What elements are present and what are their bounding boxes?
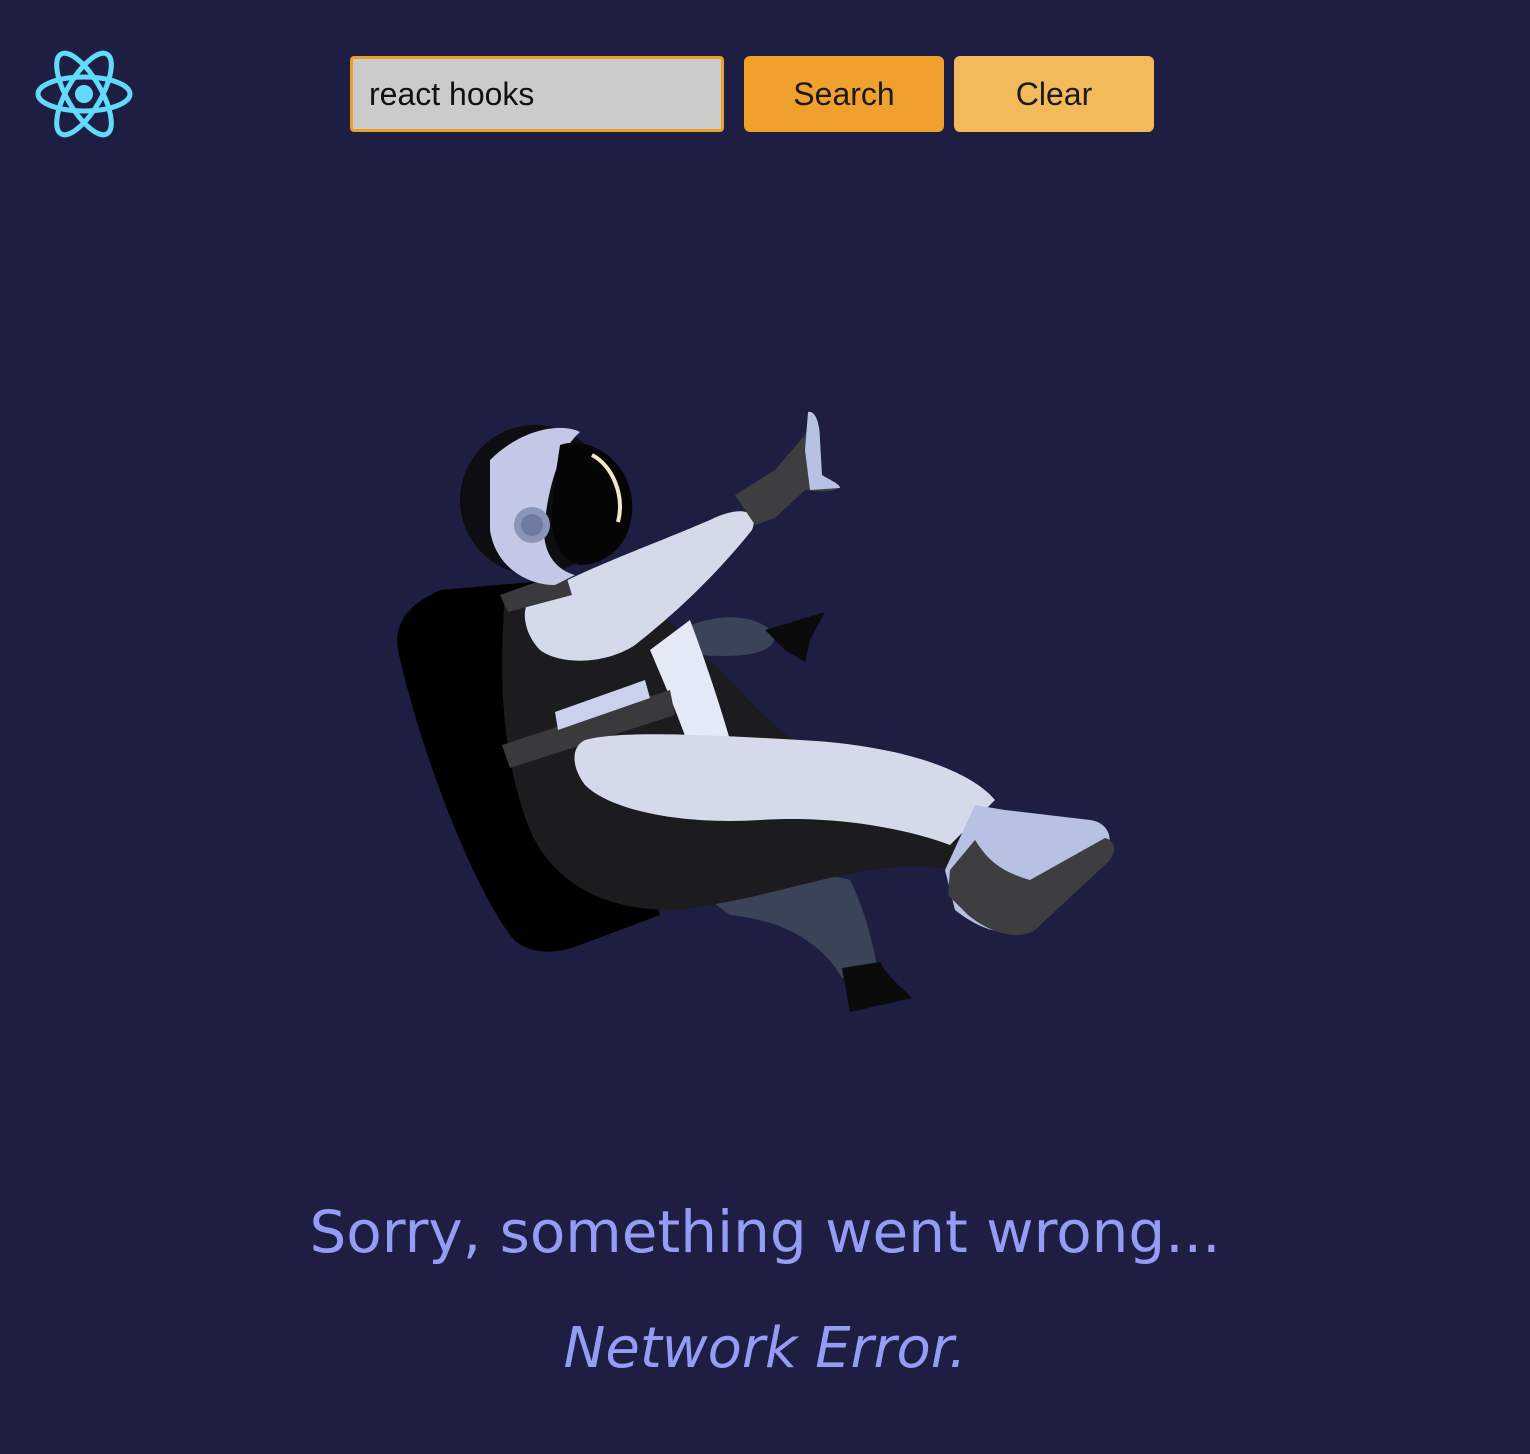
error-detail: Network Error. (563, 1316, 967, 1381)
astronaut-raised-glove (735, 411, 838, 525)
astronaut-far-glove (765, 612, 825, 662)
search-input[interactable] (350, 56, 724, 132)
astronaut-illustration (397, 411, 1115, 1012)
error-message: Sorry, something went wrong... (309, 1198, 1221, 1266)
astronaut-glove-finger (805, 411, 840, 490)
clear-button[interactable]: Clear (954, 56, 1154, 132)
search-button[interactable]: Search (744, 56, 944, 132)
react-logo-icon[interactable] (32, 46, 136, 142)
astronaut-back-boot (842, 962, 912, 1012)
error-page: Search Clear (0, 0, 1530, 1454)
